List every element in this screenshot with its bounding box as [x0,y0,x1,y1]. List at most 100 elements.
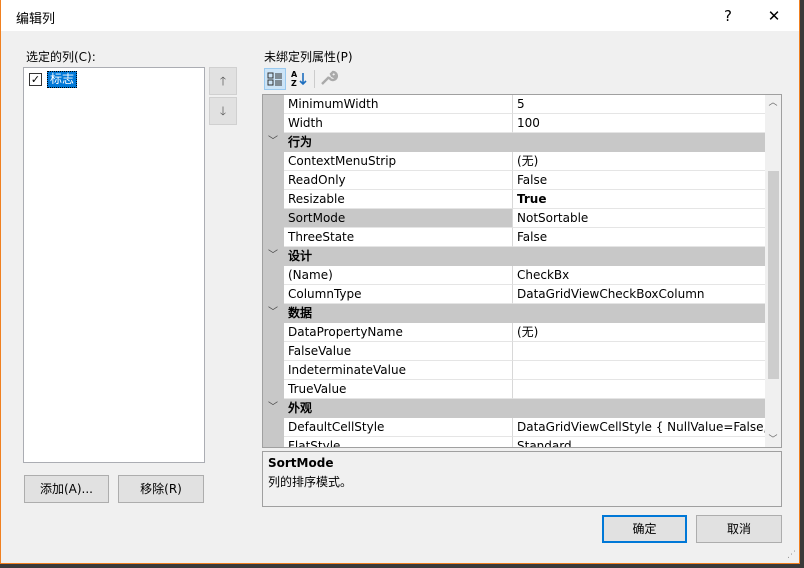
property-name[interactable]: ThreeState [284,228,513,247]
property-value[interactable] [513,361,766,380]
alphabetical-button[interactable]: AZ [289,68,311,90]
property-row[interactable]: Resizable True [263,190,766,209]
alphabetical-icon: AZ [291,70,307,88]
collapse-chevron-icon[interactable]: ﹀ [268,399,278,417]
property-name[interactable]: IndeterminateValue [284,361,513,380]
property-value[interactable] [513,342,766,361]
property-row[interactable]: FalseValue [263,342,766,361]
scroll-up-icon[interactable]: ︿ [765,95,781,108]
category-label: 行为 [288,135,313,149]
property-name[interactable]: DefaultCellStyle [284,418,513,437]
property-value[interactable]: False [513,228,766,247]
property-row[interactable]: ThreeState False [263,228,766,247]
property-row[interactable]: DataPropertyName (无) [263,323,766,342]
scrollbar-thumb[interactable] [768,171,779,379]
property-row[interactable]: TrueValue [263,380,766,399]
category-label: 数据 [288,306,313,320]
row-gutter [263,380,284,399]
categorized-button[interactable] [264,68,286,90]
row-gutter [263,361,284,380]
remove-button[interactable]: 移除(R) [118,475,204,503]
selected-columns-list[interactable]: ✓ 标志 [23,67,205,463]
property-row[interactable]: ReadOnly False [263,171,766,190]
property-value[interactable] [513,380,766,399]
help-button[interactable]: ? [713,4,743,28]
svg-text:Z: Z [291,79,297,88]
property-value[interactable]: (无) [513,152,766,171]
collapse-chevron-icon[interactable]: ﹀ [268,247,278,265]
property-row[interactable]: (Name) CheckBx [263,266,766,285]
row-gutter [263,152,284,171]
add-button[interactable]: 添加(A)... [24,475,109,503]
property-value[interactable]: True [513,190,766,209]
property-row[interactable]: ColumnType DataGridViewCheckBoxColumn [263,285,766,304]
property-name[interactable]: ContextMenuStrip [284,152,513,171]
property-row[interactable]: IndeterminateValue [263,361,766,380]
property-name[interactable]: Resizable [284,190,513,209]
property-category[interactable]: ﹀ 行为 [263,133,766,152]
resize-grip-icon[interactable]: ⋰ [787,550,796,560]
vertical-scrollbar[interactable]: ︿ ﹀ [765,95,781,447]
property-category[interactable]: ﹀ 外观 [263,399,766,418]
property-name[interactable]: DataPropertyName [284,323,513,342]
row-gutter [263,266,284,285]
property-row[interactable]: FlatStyle Standard [263,437,766,447]
row-gutter [263,418,284,437]
description-title: SortMode [268,456,334,470]
property-value[interactable]: Standard [513,437,766,447]
property-name[interactable]: ReadOnly [284,171,513,190]
property-value[interactable]: 100 [513,114,766,133]
move-up-button[interactable]: 🡑 [209,67,237,95]
close-button[interactable]: ✕ [759,4,789,28]
category-label: 设计 [288,249,313,263]
description-panel: SortMode 列的排序模式。 [262,451,782,507]
ok-button[interactable]: 确定 [602,515,687,543]
property-pages-button[interactable] [318,68,340,90]
property-name[interactable]: TrueValue [284,380,513,399]
property-row[interactable]: MinimumWidth 5 [263,95,766,114]
property-name[interactable]: FalseValue [284,342,513,361]
collapse-chevron-icon[interactable]: ﹀ [268,304,278,322]
toolbar-separator [314,70,315,88]
row-gutter [263,323,284,342]
property-row[interactable]: Width 100 [263,114,766,133]
arrow-up-icon: 🡑 [219,74,227,88]
edit-columns-dialog: 编辑列 ? ✕ 选定的列(C): ✓ 标志 🡑 🡓 添加(A)... 移除(R)… [0,0,800,564]
property-row[interactable]: SortMode NotSortable [263,209,766,228]
property-category[interactable]: ﹀ 设计 [263,247,766,266]
property-name[interactable]: MinimumWidth [284,95,513,114]
row-gutter [263,228,284,247]
row-gutter [263,171,284,190]
checkbox-icon: ✓ [29,73,42,86]
property-value[interactable]: (无) [513,323,766,342]
property-value[interactable]: DataGridViewCheckBoxColumn [513,285,766,304]
property-name[interactable]: ColumnType [284,285,513,304]
collapse-chevron-icon[interactable]: ﹀ [268,133,278,151]
property-name[interactable]: SortMode [284,209,513,228]
property-category[interactable]: ﹀ 数据 [263,304,766,323]
scroll-down-icon[interactable]: ﹀ [765,432,781,445]
property-value[interactable]: 5 [513,95,766,114]
property-name[interactable]: (Name) [284,266,513,285]
property-value[interactable]: False [513,171,766,190]
selected-columns-label: 选定的列(C): [26,50,96,64]
row-gutter [263,437,284,447]
row-gutter [263,190,284,209]
property-value[interactable]: NotSortable [513,209,766,228]
svg-text:A: A [291,70,298,79]
property-name[interactable]: Width [284,114,513,133]
property-row[interactable]: ContextMenuStrip (无) [263,152,766,171]
property-value[interactable]: CheckBx [513,266,766,285]
property-value[interactable]: DataGridViewCellStyle { NullValue=False,… [513,418,766,437]
property-name[interactable]: FlatStyle [284,437,513,447]
property-grid[interactable]: FlatStyle Standard DefaultCellStyle DataGri… [262,94,782,448]
title-bar: 编辑列 ? ✕ [1,0,799,31]
cancel-button[interactable]: 取消 [696,515,782,543]
move-down-button[interactable]: 🡓 [209,97,237,125]
row-gutter [263,114,284,133]
row-gutter [263,342,284,361]
property-row[interactable]: DefaultCellStyle DataGridViewCellStyle { … [263,418,766,437]
wrench-icon [321,70,339,85]
row-gutter [263,95,284,114]
row-gutter [263,285,284,304]
